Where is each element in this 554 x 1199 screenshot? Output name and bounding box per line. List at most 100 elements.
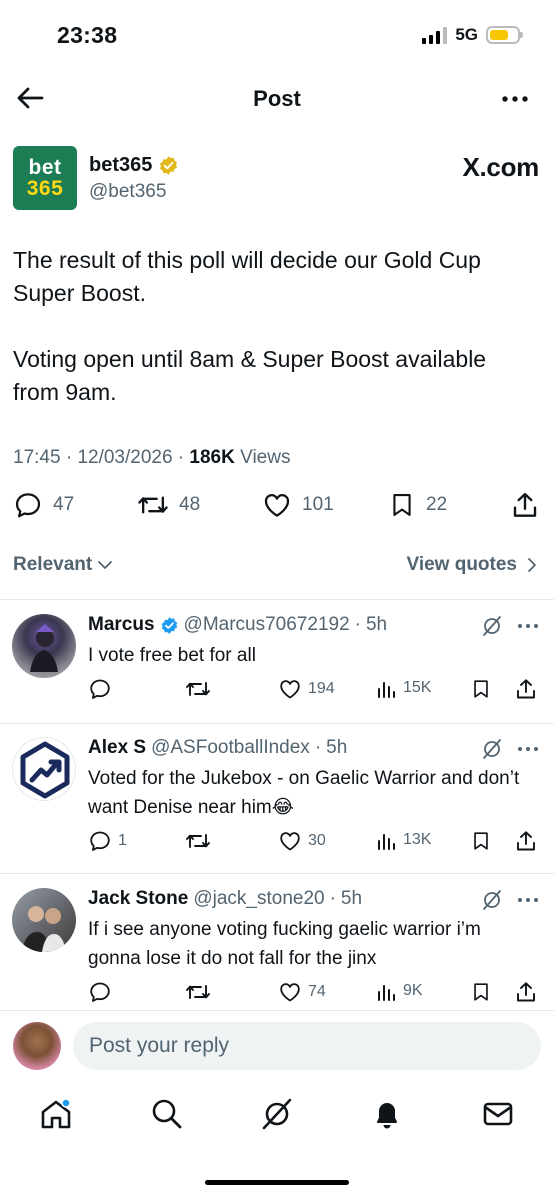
grok-icon[interactable] <box>480 888 504 912</box>
like-button[interactable]: 194 <box>278 677 335 701</box>
divider <box>0 873 554 874</box>
repost-icon <box>186 682 210 696</box>
reply-header: Marcus @Marcus70672192 · 5h <box>88 614 387 636</box>
sort-relevant-dropdown[interactable]: Relevant <box>13 554 114 576</box>
reply-text: If i see anyone voting fucking gaelic wa… <box>88 919 481 969</box>
reply-avatar[interactable] <box>12 614 76 678</box>
bottom-nav <box>0 1090 554 1144</box>
bookmark-icon <box>474 832 488 850</box>
bookmark-icon <box>474 983 488 1001</box>
xcom-watermark: X.com <box>462 152 539 182</box>
bookmark-count: 22 <box>426 494 448 515</box>
status-time: 23:38 <box>57 22 118 48</box>
current-user-avatar[interactable] <box>13 1022 61 1070</box>
battery-icon <box>486 26 523 44</box>
reply-time[interactable]: 5h <box>366 614 387 636</box>
analytics-icon <box>378 834 395 850</box>
reply-header: Alex S @ASFootballIndex · 5h <box>88 737 347 759</box>
analytics-icon <box>378 985 395 1001</box>
post-date[interactable]: 12/03/2026 <box>77 447 172 468</box>
views-button[interactable]: 13K <box>375 829 431 851</box>
messages-icon[interactable] <box>480 1096 516 1132</box>
notifications-icon[interactable] <box>369 1096 405 1132</box>
reply-button[interactable]: 1 <box>88 829 127 853</box>
home-icon[interactable] <box>38 1096 74 1132</box>
view-quotes-label: View quotes <box>406 554 517 575</box>
reply-author-name[interactable]: Marcus <box>88 614 155 636</box>
like-button[interactable]: 101 <box>262 490 334 520</box>
reply-actions: 1 30 13K <box>0 829 554 857</box>
like-button[interactable]: 74 <box>278 980 326 1004</box>
separator-dot: · <box>329 888 336 909</box>
reply-actions: 74 9K <box>0 980 554 1008</box>
post-paragraph: Voting open until 8am & Super Boost avai… <box>13 346 487 405</box>
repost-button[interactable] <box>185 677 211 701</box>
reply-time[interactable]: 5h <box>326 737 347 759</box>
reply-more-icon[interactable] <box>516 894 540 906</box>
author-avatar[interactable]: bet 365 <box>13 146 77 210</box>
bookmark-icon <box>474 680 488 698</box>
heart-icon <box>264 494 290 517</box>
heart-icon <box>280 983 300 1002</box>
repost-button[interactable]: 48 <box>137 490 200 520</box>
views-count: 186K <box>189 447 235 468</box>
reply-author-handle[interactable]: @ASFootballIndex <box>151 737 310 759</box>
bookmark-button[interactable] <box>470 677 492 701</box>
author-name-row[interactable]: bet365 <box>89 154 179 177</box>
reply-input[interactable] <box>73 1022 541 1070</box>
chevron-down-icon <box>98 561 113 569</box>
grok-icon[interactable] <box>259 1096 295 1132</box>
views-label: Views <box>240 447 291 468</box>
share-icon <box>517 982 535 1002</box>
grok-icon[interactable] <box>480 614 504 638</box>
view-count: 9K <box>403 982 423 999</box>
share-button[interactable] <box>514 677 538 701</box>
divider <box>0 1010 554 1011</box>
views-button[interactable]: 15K <box>375 677 431 699</box>
author-name[interactable]: bet365 <box>89 154 152 177</box>
share-icon <box>513 492 537 517</box>
like-button[interactable]: 30 <box>278 829 326 853</box>
reply-text: Voted for the Jukebox - on Gaelic Warrio… <box>88 768 520 818</box>
sort-label: Relevant <box>13 554 93 575</box>
reply-author-handle[interactable]: @jack_stone20 <box>193 888 324 910</box>
reply-author-handle[interactable]: @Marcus70672192 <box>184 614 350 636</box>
signal-icon <box>422 26 448 44</box>
post-time[interactable]: 17:45 <box>13 447 61 468</box>
share-icon <box>517 679 535 699</box>
reply-text: I vote free bet for all <box>88 645 256 666</box>
reply-icon <box>90 679 110 699</box>
share-button[interactable] <box>514 829 538 853</box>
view-count: 13K <box>403 831 432 848</box>
share-button[interactable] <box>514 980 538 1004</box>
reply-button[interactable]: 47 <box>13 490 74 520</box>
reply-time[interactable]: 5h <box>341 888 362 910</box>
views-button[interactable]: 9K <box>375 980 423 1002</box>
page-title: Post <box>253 86 301 111</box>
reply-actions: 194 15K <box>0 677 554 705</box>
grok-icon[interactable] <box>480 737 504 761</box>
bookmark-button[interactable]: 22 <box>388 490 447 520</box>
reply-author-name[interactable]: Jack Stone <box>88 888 188 910</box>
reply-author-name[interactable]: Alex S <box>88 737 146 759</box>
post-meta: 17:45 · 12/03/2026 · 186K Views <box>13 447 291 468</box>
share-button[interactable] <box>510 490 540 520</box>
reply-button[interactable] <box>88 677 118 701</box>
repost-icon <box>186 985 210 999</box>
more-options-icon[interactable] <box>500 84 530 114</box>
view-quotes-link[interactable]: View quotes <box>406 554 539 576</box>
reply-more-icon[interactable] <box>516 743 540 755</box>
bookmark-button[interactable] <box>470 980 492 1004</box>
heart-icon <box>280 680 300 699</box>
author-handle[interactable]: @bet365 <box>89 181 166 203</box>
reply-avatar[interactable] <box>12 888 76 952</box>
bookmark-button[interactable] <box>470 829 492 853</box>
post-author: bet 365 bet365 @bet365 X.com <box>13 146 541 212</box>
reply-avatar[interactable] <box>12 737 76 801</box>
reply-more-icon[interactable] <box>516 620 540 632</box>
repost-button[interactable] <box>185 980 211 1004</box>
repost-button[interactable] <box>185 829 211 853</box>
search-icon[interactable] <box>149 1096 185 1132</box>
reply-button[interactable] <box>88 980 118 1004</box>
reply-icon <box>90 982 110 1002</box>
